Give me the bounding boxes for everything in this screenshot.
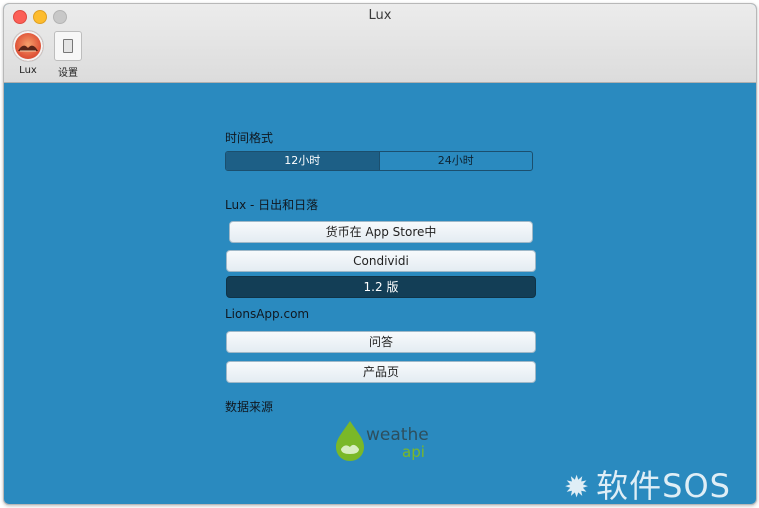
weatherapi-logo[interactable]: weather api [332, 419, 436, 465]
preferences-panel: 时间格式 12小时 24小时 Lux - 日出和日落 货币在 App Store… [4, 83, 756, 504]
swirl-icon: ✹ [564, 470, 591, 505]
time-format-segmented-control: 12小时 24小时 [225, 151, 533, 171]
segment-24-hour[interactable]: 24小时 [378, 152, 533, 170]
faq-button[interactable]: 问答 [226, 331, 536, 353]
app-window: Lux Lux 设置 时间格式 12小时 24小时 Lux - 日出和日落 货币… [3, 3, 757, 505]
share-button[interactable]: Condividi [226, 250, 536, 272]
lux-sunset-icon [12, 30, 44, 62]
weatherapi-logo-word1: weather [366, 425, 428, 445]
data-source-label: 数据来源 [225, 400, 274, 414]
product-page-button[interactable]: 产品页 [226, 361, 536, 383]
weatherapi-logo-word2: api [402, 443, 425, 461]
segment-12-hour[interactable]: 12小时 [226, 152, 379, 170]
lionsapp-section-label: LionsApp.com [225, 307, 310, 321]
time-format-label: 时间格式 [225, 131, 274, 145]
toolbar-settings-label: 设置 [58, 68, 78, 79]
watermark: ✹ 软件SOS [564, 461, 731, 505]
toolbar-item-settings[interactable]: 设置 [46, 30, 90, 79]
watermark-text: 软件SOS [596, 467, 731, 505]
settings-switch-icon [54, 31, 82, 61]
app-store-button[interactable]: 货币在 App Store中 [229, 221, 533, 243]
lux-section-label: Lux - 日出和日落 [225, 198, 319, 212]
toolbar-lux-label: Lux [19, 65, 37, 76]
version-button[interactable]: 1.2 版 [226, 276, 536, 298]
toolbar-item-lux[interactable]: Lux [6, 30, 50, 76]
toolbar: Lux Lux 设置 [4, 4, 756, 83]
window-title: Lux [368, 8, 392, 23]
